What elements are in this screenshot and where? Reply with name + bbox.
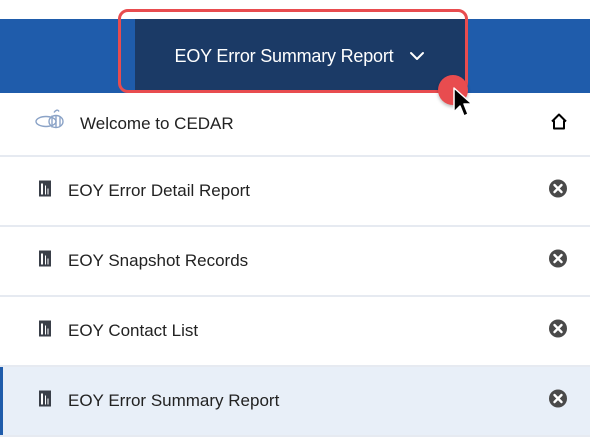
report-icon xyxy=(38,180,52,203)
active-tab-label: EOY Error Summary Report xyxy=(174,45,394,66)
open-tabs-menu: Welcome to CEDAR EOY Error Detail Report xyxy=(0,93,590,437)
menu-item-label: EOY Snapshot Records xyxy=(68,251,249,270)
menu-item-eoy-error-detail-report[interactable]: EOY Error Detail Report xyxy=(0,157,590,227)
report-icon xyxy=(38,390,52,413)
mouse-cursor-icon xyxy=(452,86,474,118)
menu-item-label: EOY Error Detail Report xyxy=(68,181,251,200)
home-icon[interactable] xyxy=(550,113,568,136)
menu-item-label: EOY Contact List xyxy=(68,321,199,340)
menu-item-label: EOY Error Summary Report xyxy=(68,391,280,410)
close-icon[interactable] xyxy=(548,249,568,274)
top-navigation-bar: EOY Error Summary Report xyxy=(0,0,590,93)
close-icon[interactable] xyxy=(548,389,568,414)
report-icon xyxy=(38,320,52,343)
active-tab-dropdown[interactable]: EOY Error Summary Report xyxy=(135,19,465,93)
menu-item-label: Welcome to CEDAR xyxy=(80,114,234,133)
menu-item-eoy-snapshot-records[interactable]: EOY Snapshot Records xyxy=(0,227,590,297)
close-icon[interactable] xyxy=(548,319,568,344)
chevron-down-icon xyxy=(409,48,425,64)
menu-item-welcome[interactable]: Welcome to CEDAR xyxy=(0,93,590,157)
menu-item-eoy-error-summary-report[interactable]: EOY Error Summary Report xyxy=(0,367,590,437)
close-icon[interactable] xyxy=(548,179,568,204)
bee-logo-icon xyxy=(32,109,68,139)
menu-item-eoy-contact-list[interactable]: EOY Contact List xyxy=(0,297,590,367)
report-icon xyxy=(38,250,52,273)
